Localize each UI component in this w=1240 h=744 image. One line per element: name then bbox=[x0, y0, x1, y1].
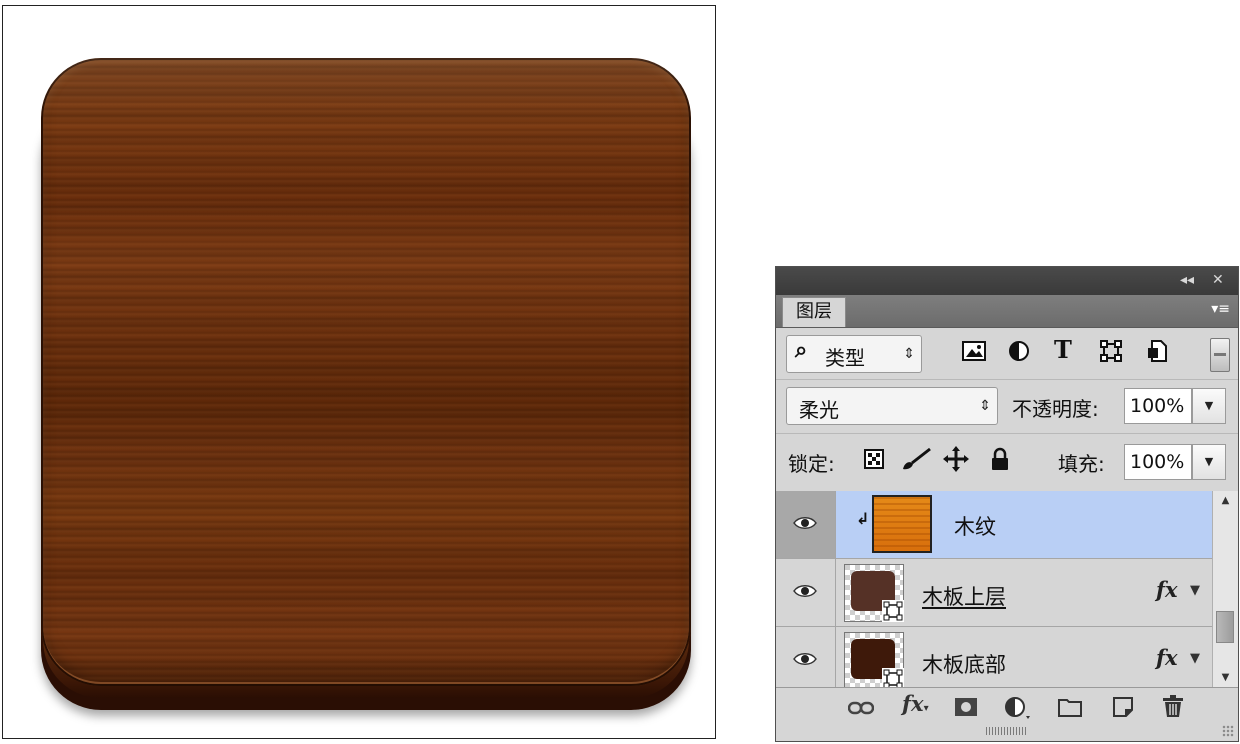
shape-filter-icon[interactable] bbox=[1100, 340, 1122, 368]
blend-mode-dropdown[interactable]: 柔光 ⇕ bbox=[786, 387, 998, 425]
fill-label: 填充: bbox=[1058, 452, 1105, 476]
vector-mask-icon bbox=[882, 668, 904, 687]
lock-transparent-pixels-icon[interactable] bbox=[864, 449, 884, 475]
clipping-mask-icon: ↲ bbox=[856, 509, 870, 528]
layers-list: ↲ 木纹 木板上层 fx ▼ 木板底部 fx ▼ bbox=[776, 491, 1212, 687]
eye-icon[interactable] bbox=[793, 584, 817, 598]
search-icon: ⌕ bbox=[795, 338, 808, 363]
visibility-cell[interactable] bbox=[776, 491, 836, 558]
layer-effects-icon[interactable]: fx bbox=[1156, 577, 1178, 602]
type-filter-icon[interactable]: T bbox=[1054, 335, 1072, 364]
delete-layer-icon[interactable] bbox=[1162, 694, 1184, 723]
layer-thumbnail[interactable] bbox=[872, 495, 932, 553]
layer-row-wood-grain[interactable]: ↲ 木纹 bbox=[776, 491, 1212, 559]
new-group-icon[interactable] bbox=[1058, 697, 1082, 722]
eye-icon[interactable] bbox=[793, 516, 817, 530]
close-icon[interactable]: ✕ bbox=[1212, 271, 1224, 289]
document-canvas[interactable] bbox=[2, 5, 716, 739]
layers-bottom-toolbar: fx▾ bbox=[776, 687, 1238, 728]
layer-name[interactable]: 木板底部 bbox=[922, 649, 1006, 679]
opacity-label: 不透明度: bbox=[1012, 397, 1099, 421]
layer-effects-icon[interactable]: fx bbox=[1156, 645, 1178, 670]
spinner-icon: ⇕ bbox=[903, 346, 915, 362]
visibility-cell[interactable] bbox=[776, 559, 836, 626]
fill-input[interactable]: 100% bbox=[1124, 444, 1192, 480]
panel-titlebar: ◂◂ ✕ bbox=[776, 267, 1238, 295]
spinner-icon: ⇕ bbox=[979, 398, 991, 414]
lock-row: 锁定: 填充: 100% ▼ bbox=[776, 433, 1238, 492]
lock-label: 锁定: bbox=[788, 452, 835, 476]
layer-name[interactable]: 木纹 bbox=[954, 511, 996, 541]
layer-row-board-top[interactable]: 木板上层 fx ▼ bbox=[776, 559, 1212, 627]
scrollbar-thumb[interactable] bbox=[1216, 611, 1234, 643]
panel-tab-row: 图层 ▾≡ bbox=[776, 295, 1238, 328]
layer-filter-row: ⌕ 类型 ⇕ T bbox=[776, 327, 1238, 380]
smart-object-filter-icon[interactable] bbox=[1146, 339, 1168, 369]
lock-all-icon[interactable] bbox=[990, 447, 1010, 477]
adjustment-filter-icon[interactable] bbox=[1008, 340, 1030, 368]
fill-slider-toggle[interactable]: ▼ bbox=[1192, 444, 1226, 480]
opacity-slider-toggle[interactable]: ▼ bbox=[1192, 388, 1226, 424]
tab-layers[interactable]: 图层 bbox=[782, 297, 846, 327]
visibility-cell[interactable] bbox=[776, 627, 836, 687]
layer-thumbnail[interactable] bbox=[844, 564, 904, 622]
panel-corner-grip[interactable] bbox=[1222, 725, 1234, 737]
panel-menu-icon[interactable]: ▾≡ bbox=[1211, 301, 1230, 317]
filter-kind-label: 类型 bbox=[825, 346, 865, 370]
new-layer-icon[interactable] bbox=[1112, 696, 1134, 723]
expand-effects-icon[interactable]: ▼ bbox=[1190, 651, 1200, 666]
lock-position-icon[interactable] bbox=[942, 445, 970, 479]
lock-image-pixels-icon[interactable] bbox=[900, 447, 932, 477]
wood-board-rim bbox=[43, 624, 689, 684]
layer-row-board-bottom[interactable]: 木板底部 fx ▼ bbox=[776, 627, 1212, 687]
layers-scrollbar[interactable]: ▲ ▼ bbox=[1212, 491, 1238, 687]
collapse-icon[interactable]: ◂◂ bbox=[1180, 271, 1194, 289]
blend-mode-value: 柔光 bbox=[799, 398, 839, 422]
filter-kind-dropdown[interactable]: ⌕ 类型 ⇕ bbox=[786, 335, 922, 373]
panel-resize-grip[interactable] bbox=[986, 727, 1026, 735]
blend-mode-row: 柔光 ⇕ 不透明度: 100% ▼ bbox=[776, 379, 1238, 434]
add-mask-icon[interactable] bbox=[954, 697, 978, 722]
eye-icon[interactable] bbox=[793, 652, 817, 666]
layer-thumbnail[interactable] bbox=[844, 632, 904, 687]
scroll-up-icon[interactable]: ▲ bbox=[1213, 495, 1238, 506]
adjustment-layer-icon[interactable] bbox=[1004, 696, 1032, 725]
link-layers-icon[interactable] bbox=[847, 697, 875, 721]
scroll-down-icon[interactable]: ▼ bbox=[1213, 672, 1238, 683]
vector-mask-icon bbox=[882, 600, 904, 622]
image-filter-icon[interactable] bbox=[962, 340, 986, 368]
layers-panel: ◂◂ ✕ 图层 ▾≡ ⌕ 类型 ⇕ T 柔光 ⇕ 不透明度: 100% ▼ 锁定… bbox=[775, 266, 1239, 742]
filter-toggle-switch[interactable] bbox=[1210, 338, 1230, 372]
layer-name[interactable]: 木板上层 bbox=[922, 581, 1006, 611]
layer-style-icon[interactable]: fx▾ bbox=[902, 691, 929, 716]
expand-effects-icon[interactable]: ▼ bbox=[1190, 583, 1200, 598]
wood-board-top bbox=[41, 58, 691, 686]
opacity-input[interactable]: 100% bbox=[1124, 388, 1192, 424]
